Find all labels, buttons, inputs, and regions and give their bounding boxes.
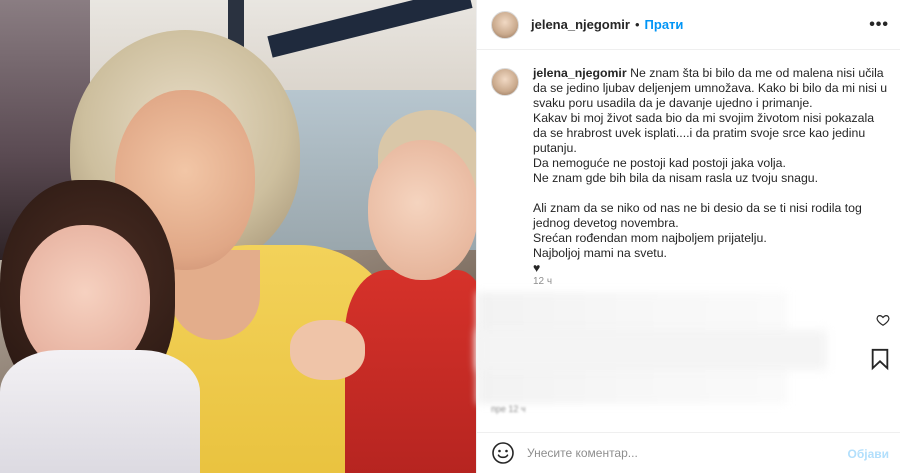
emoji-icon[interactable] — [491, 441, 515, 465]
more-options-icon[interactable]: ••• — [869, 16, 889, 34]
caption-line: Da nemoguće ne postoji kad postoji jaka … — [533, 156, 786, 170]
caption-block: jelena_njegomir Ne znam šta bi bilo da m… — [491, 66, 891, 276]
caption-timestamp: 12 ч — [533, 276, 553, 287]
caption-line-empty — [533, 186, 891, 201]
heart-icon[interactable] — [876, 313, 890, 327]
caption-username-link[interactable]: jelena_njegomir — [533, 66, 627, 80]
caption-line: Ne znam gde bih bila da nisam rasla uz t… — [533, 171, 819, 185]
caption-heart: ♥ — [533, 261, 541, 275]
username-link[interactable]: jelena_njegomir — [531, 17, 630, 32]
blurred-timestamp: пре 12 ч — [491, 404, 526, 414]
caption-line: Ali znam da se niko od nas ne bi desio d… — [533, 201, 862, 230]
avatar[interactable] — [491, 10, 519, 39]
caption-line: Srećan rođendan mom najboljem prijatelju… — [533, 231, 767, 245]
post-comment-button[interactable]: Објави — [847, 447, 889, 461]
caption-line: Kakav bi moj život sada bio da mi svojim… — [533, 111, 875, 155]
comment-input[interactable] — [527, 446, 827, 460]
caption-text: jelena_njegomir Ne znam šta bi bilo da m… — [533, 66, 891, 276]
follow-button[interactable]: Прати — [645, 17, 684, 32]
bookmark-icon[interactable] — [869, 347, 891, 371]
post-side-panel: jelena_njegomir • Прати ••• jelena_njego… — [476, 0, 900, 473]
photo-boy-face — [368, 140, 476, 280]
comment-bar: Објави — [477, 432, 900, 473]
caption-line: Najboljoj mami na svetu. — [533, 246, 667, 260]
photo-boy-hand — [290, 320, 365, 380]
separator-dot: • — [634, 17, 640, 32]
photo-boy-shirt — [345, 270, 476, 473]
post-header: jelena_njegomir • Прати ••• — [477, 0, 900, 50]
photo-girl-dress — [0, 350, 200, 473]
caption-avatar[interactable] — [491, 68, 519, 96]
post-photo[interactable] — [0, 0, 476, 473]
blurred-region-2 — [477, 330, 827, 370]
